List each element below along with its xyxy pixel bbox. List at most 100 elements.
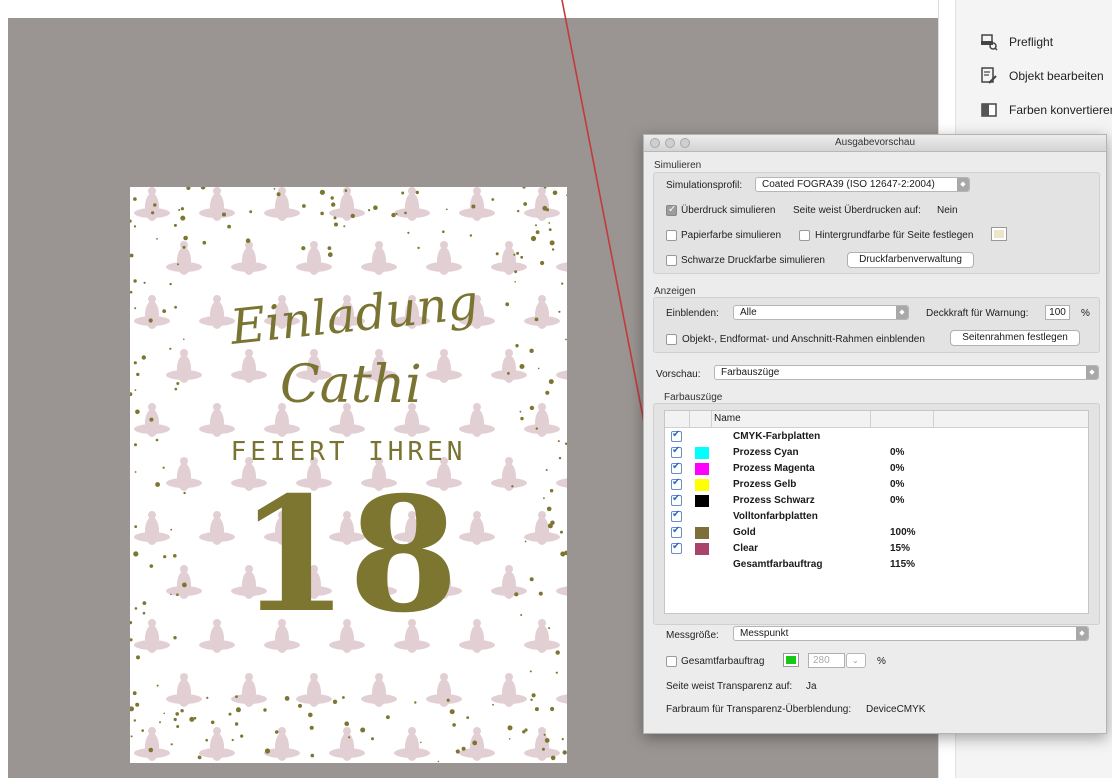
table-row[interactable]: Clear 15% — [665, 541, 1088, 557]
tool-convert-colors[interactable]: Farben konvertieren — [979, 99, 1112, 121]
dialog-titlebar[interactable]: Ausgabevorschau — [644, 135, 1106, 152]
overprint-checkbox[interactable] — [666, 204, 677, 216]
row-visibility-checkbox[interactable] — [671, 445, 682, 458]
opacity-input[interactable]: 100 — [1045, 305, 1070, 320]
gold-dot — [174, 305, 177, 309]
row-name: Prozess Cyan — [733, 447, 799, 458]
row-visibility-checkbox[interactable] — [671, 541, 682, 554]
gold-dot — [308, 712, 313, 718]
transparency-value: Ja — [806, 681, 817, 692]
tool-preflight[interactable]: Preflight — [979, 31, 1053, 53]
black-ink-checkbox[interactable] — [666, 255, 677, 266]
table-row[interactable]: Prozess Gelb 0% — [665, 477, 1088, 493]
gold-dot — [371, 737, 374, 741]
gold-dot — [186, 187, 191, 190]
damask-motif — [231, 673, 267, 707]
gold-dot — [231, 738, 234, 742]
total-coverage-color[interactable] — [783, 653, 799, 667]
table-row[interactable]: Prozess Cyan 0% — [665, 445, 1088, 461]
gold-dot — [391, 212, 396, 218]
measure-select[interactable]: Messpunkt ◆ — [733, 626, 1089, 641]
gold-dot — [515, 344, 519, 348]
show-select-value: Alle — [740, 307, 757, 318]
gold-dot — [555, 650, 560, 655]
invitation-number: 18 — [238, 463, 459, 648]
gold-dot — [491, 198, 495, 201]
output-preview-dialog: Ausgabevorschau Simulieren Simulationspr… — [643, 134, 1107, 734]
gold-dot — [134, 307, 137, 310]
preview-select[interactable]: Farbauszüge ◆ — [714, 365, 1099, 380]
set-frames-button[interactable]: Seitenrahmen festlegen — [950, 330, 1080, 346]
gold-dot — [541, 747, 545, 751]
gold-dot — [373, 205, 378, 210]
gold-dot — [206, 696, 209, 699]
gold-dot — [132, 691, 137, 696]
gold-dot — [235, 695, 238, 698]
table-row[interactable]: Volltonfarbplatten — [665, 509, 1088, 525]
gold-dot — [348, 736, 351, 739]
total-coverage-label: Gesamtfarbauftrag — [681, 656, 765, 667]
row-value: 0% — [890, 463, 905, 474]
simulation-profile-select[interactable]: Coated FOGRA39 (ISO 12647-2:2004) ◆ — [755, 177, 970, 192]
gold-dot — [368, 209, 371, 212]
row-visibility-checkbox[interactable] — [671, 429, 682, 442]
gold-dot — [472, 740, 478, 746]
gold-dot — [552, 190, 558, 196]
bg-color-swatch[interactable] — [991, 227, 1007, 241]
gold-dot — [197, 755, 202, 760]
gold-dot — [134, 389, 137, 391]
gold-dot — [344, 189, 348, 192]
gold-dot — [193, 716, 197, 720]
table-row[interactable]: Prozess Schwarz 0% — [665, 493, 1088, 509]
row-visibility-checkbox[interactable] — [671, 493, 682, 506]
damask-motif — [394, 187, 430, 221]
gold-dot — [130, 253, 134, 258]
table-row[interactable]: Gold 100% — [665, 525, 1088, 541]
table-row[interactable]: Gesamtfarbauftrag 115% — [665, 557, 1088, 573]
row-name: Gesamtfarbauftrag — [733, 559, 823, 570]
damask-motif — [199, 727, 235, 761]
tool-label: Preflight — [1009, 35, 1054, 49]
simulation-profile-value: Coated FOGRA39 (ISO 12647-2:2004) — [762, 179, 935, 190]
show-select[interactable]: Alle ◆ — [733, 305, 909, 320]
gold-dot — [151, 211, 155, 215]
damask-motif — [199, 187, 235, 221]
gold-dot — [508, 738, 511, 740]
table-row[interactable]: Prozess Magenta 0% — [665, 461, 1088, 477]
table-row[interactable]: CMYK-Farbplatten — [665, 429, 1088, 445]
frames-checkbox[interactable] — [666, 334, 677, 345]
gold-dot — [542, 205, 548, 211]
damask-motif — [264, 727, 300, 761]
gold-dot — [133, 225, 137, 228]
gold-dot — [163, 712, 165, 715]
gold-dot — [178, 209, 181, 211]
total-coverage-checkbox[interactable] — [666, 656, 677, 667]
gold-dot — [360, 727, 366, 733]
paper-color-checkbox[interactable] — [666, 230, 677, 241]
tool-edit-object[interactable]: Objekt bearbeiten — [979, 65, 1104, 87]
bg-color-checkbox[interactable] — [799, 230, 810, 241]
row-name: Prozess Magenta — [733, 463, 815, 474]
total-coverage-dropdown[interactable]: ⌄ — [846, 653, 866, 668]
gold-dot — [177, 263, 179, 266]
gold-dot — [517, 209, 520, 213]
color-swatch — [695, 479, 709, 491]
gold-dot — [469, 234, 473, 237]
gold-dot — [407, 231, 410, 234]
gold-dot — [545, 469, 548, 471]
total-coverage-input[interactable]: 280 — [808, 653, 845, 668]
row-visibility-checkbox[interactable] — [671, 525, 682, 538]
row-visibility-checkbox[interactable] — [671, 477, 682, 490]
row-value: 0% — [890, 495, 905, 506]
damask-motif — [524, 295, 560, 329]
separations-section-label: Farbauszüge — [664, 392, 723, 403]
damask-motif — [361, 673, 397, 707]
row-visibility-checkbox[interactable] — [671, 461, 682, 474]
ink-manager-button[interactable]: Druckfarbenverwaltung — [847, 252, 974, 268]
table-header: Name — [665, 411, 1088, 428]
row-visibility-checkbox[interactable] — [671, 509, 682, 522]
gold-dot — [173, 223, 177, 227]
column-name-header[interactable]: Name — [714, 413, 741, 424]
gold-dot — [148, 318, 153, 323]
row-name: CMYK-Farbplatten — [733, 431, 821, 442]
